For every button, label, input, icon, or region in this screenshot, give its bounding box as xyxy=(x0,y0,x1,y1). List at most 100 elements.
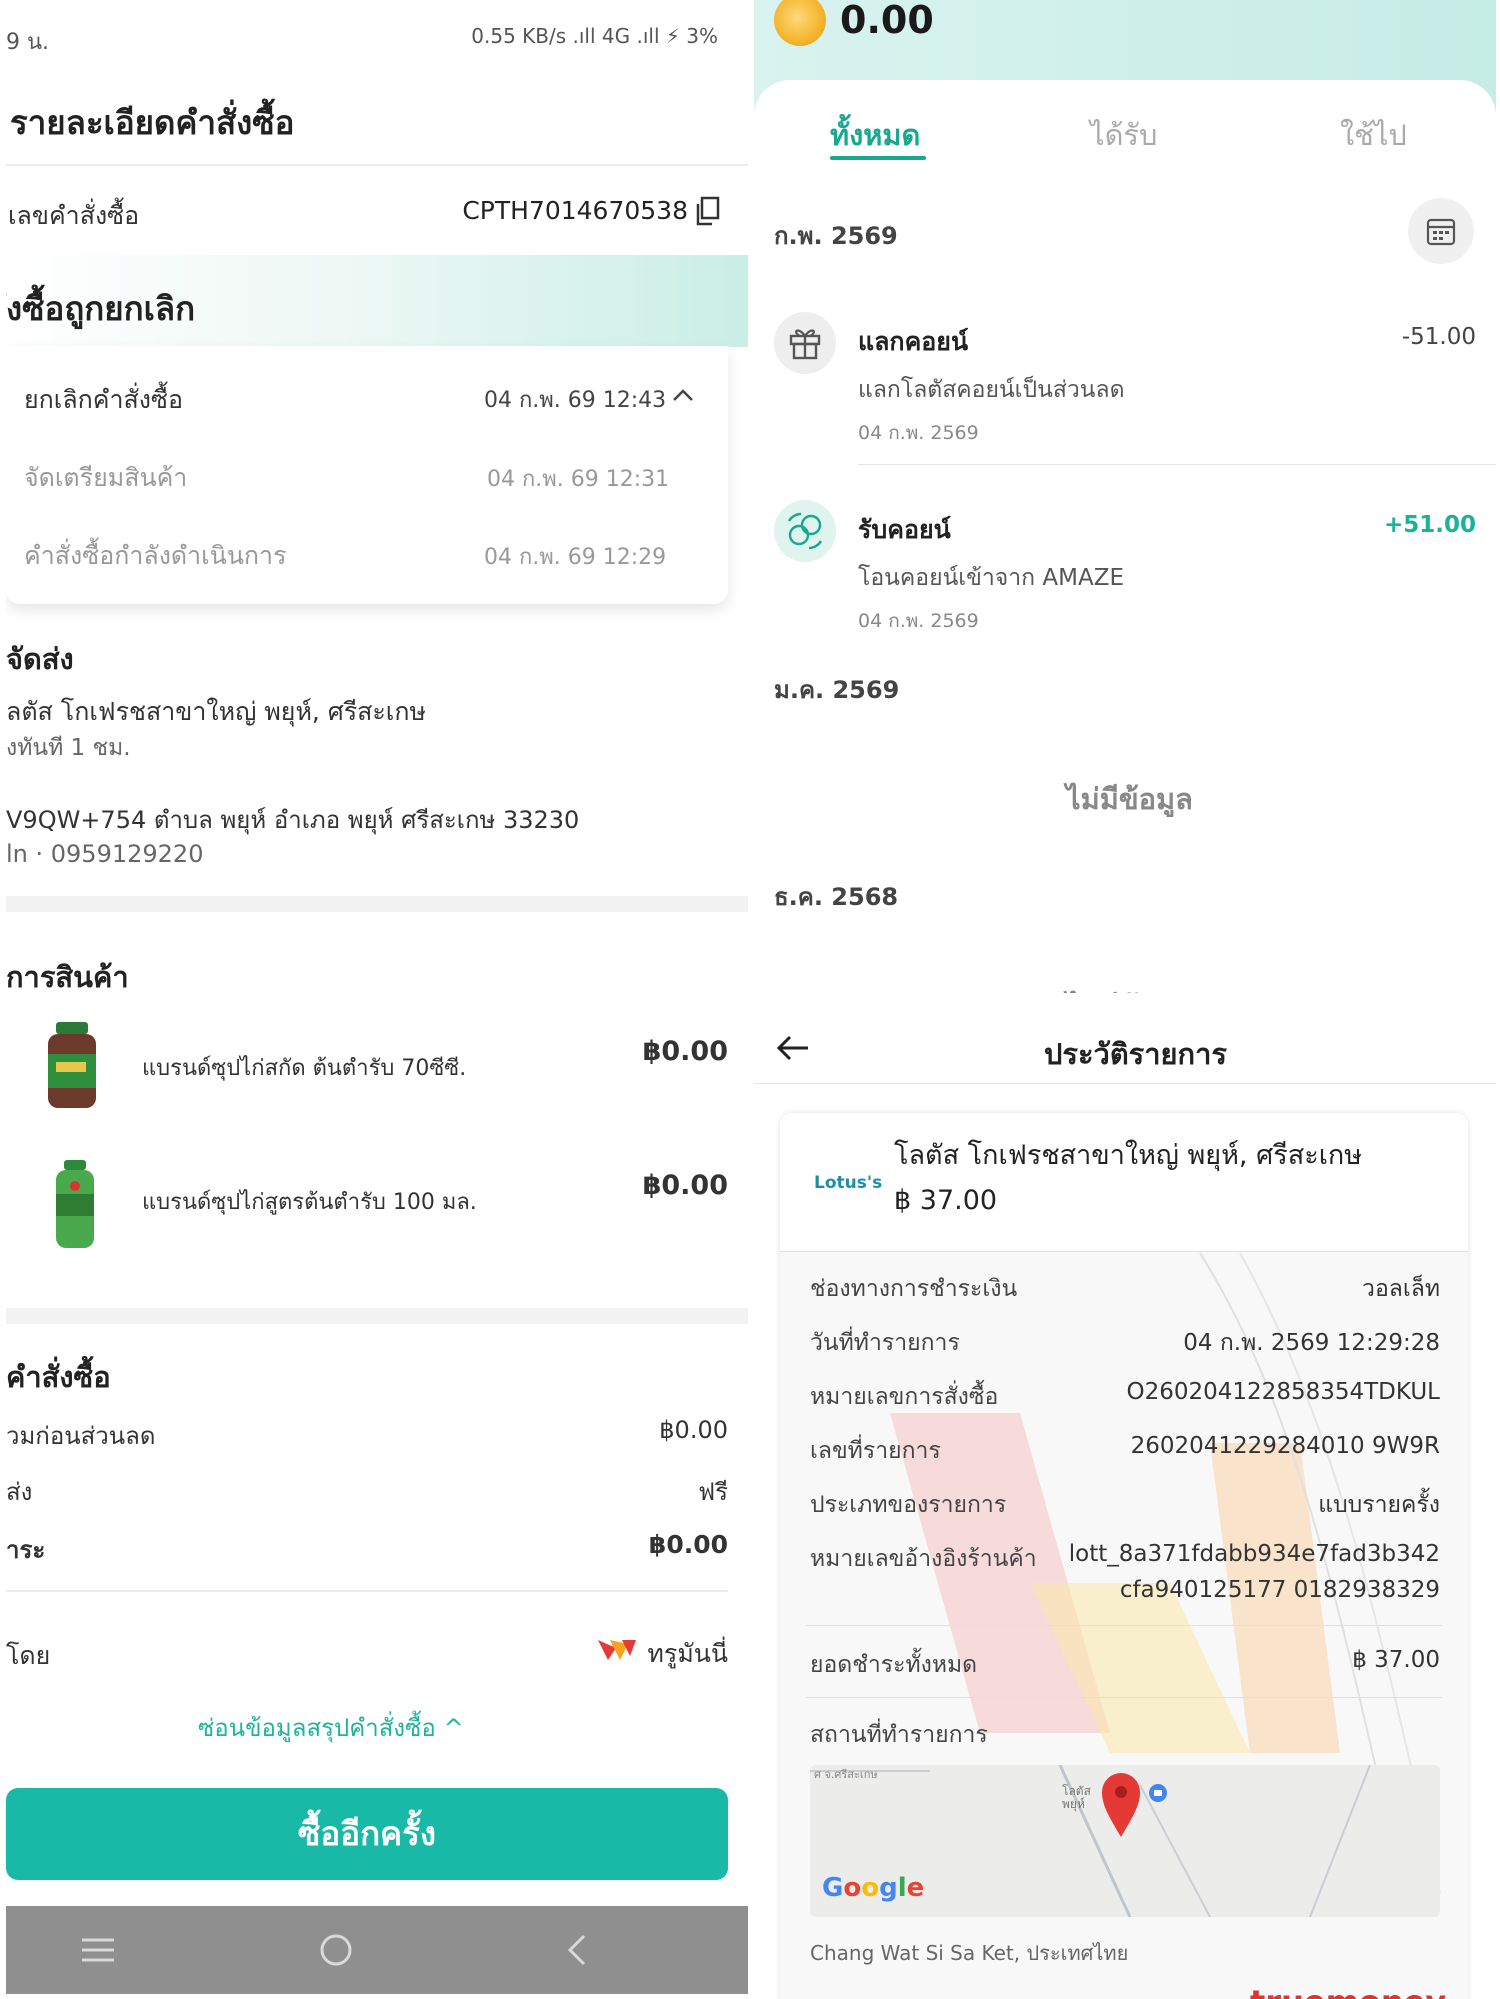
back-arrow-icon[interactable] xyxy=(776,1033,810,1063)
section-separator xyxy=(6,1308,748,1324)
transaction-date: 04 ก.พ. 2569 xyxy=(858,610,979,632)
hide-summary-link[interactable]: ซ่อนข้อมูลสรุปคำสั่งซื้อ ^ xyxy=(198,1708,464,1747)
detail-value: วอลเล็ท xyxy=(1362,1276,1440,1302)
calendar-button[interactable] xyxy=(1408,198,1474,264)
product-image xyxy=(56,1160,94,1248)
copy-icon[interactable] xyxy=(696,196,720,226)
order-number-value: CPTH7014670538 xyxy=(462,196,688,225)
map-store-label: โลตัส พยุห์ xyxy=(1062,1784,1091,1811)
detail-value: 2602041229284010 9W9R xyxy=(1130,1433,1440,1459)
detail-label: หมายเลขการสั่งซื้อ xyxy=(810,1384,999,1410)
product-name: แบรนด์ซุปไก่สูตรต้นตำรับ 100 มล. xyxy=(142,1190,477,1215)
truemoney-logo-icon xyxy=(598,1640,636,1660)
product-name: แบรนด์ซุปไก่สกัด ต้นตำรับ 70ซีซี. xyxy=(142,1056,467,1081)
timeline-item-label: จัดเตรียมสินค้า xyxy=(24,463,188,492)
total-value: ฿ 37.00 xyxy=(1352,1647,1440,1673)
transaction-icon-bg xyxy=(774,312,836,374)
android-nav-bar xyxy=(6,1906,748,1994)
tab-all[interactable]: ทั้งหมด xyxy=(830,112,920,158)
summary-value: ฿0.00 xyxy=(659,1416,728,1444)
gift-icon xyxy=(789,329,821,360)
page-title: ประวัติรายการ xyxy=(1044,1037,1227,1071)
lotus-logo: Lotus's xyxy=(814,1173,883,1193)
status-time: 9 น. xyxy=(6,30,50,55)
payment-label: โดย xyxy=(6,1641,51,1670)
transaction-title: แลกคอยน์ xyxy=(858,327,969,356)
transaction-amount: +51.00 xyxy=(1383,512,1476,538)
summary-heading: คำสั่งซื้อ xyxy=(6,1360,111,1394)
timeline-item-label: ยกเลิกคำสั่งซื้อ xyxy=(24,385,183,414)
divider xyxy=(754,1083,1496,1084)
active-tab-indicator xyxy=(830,156,926,160)
page-title: รายละเอียดคำสั่งซื้อ xyxy=(10,103,295,142)
summary-label: วมก่อนส่วนลด xyxy=(6,1422,156,1450)
receipt-amount: ฿ 37.00 xyxy=(894,1185,998,1216)
summary-label: ส่ง xyxy=(6,1478,33,1506)
detail-label: วันที่ทำรายการ xyxy=(810,1330,960,1356)
home-icon[interactable] xyxy=(318,1932,354,1968)
detail-value: O260204122858354TDKUL xyxy=(1126,1379,1440,1405)
calendar-icon xyxy=(1426,218,1456,246)
transaction-amount: -51.00 xyxy=(1401,324,1476,350)
divider xyxy=(6,1590,728,1592)
divider xyxy=(6,164,748,166)
total-label: ยอดชำระทั้งหมด xyxy=(810,1652,978,1678)
product-price: ฿0.00 xyxy=(642,1170,728,1201)
transaction-icon-bg xyxy=(774,500,836,562)
menu-icon[interactable] xyxy=(80,1936,116,1964)
coin-balance: 0.00 xyxy=(840,0,934,42)
timeline-item-time: 04 ก.พ. 69 12:31 xyxy=(487,467,670,492)
detail-label: เลขที่รายการ xyxy=(810,1438,941,1464)
tab-received[interactable]: ได้รับ xyxy=(1090,112,1157,158)
divider xyxy=(806,1697,1442,1698)
no-data-text: ไม่มีข้อมูล xyxy=(1066,984,1193,993)
map-place-name: Chang Wat Si Sa Ket, ประเทศไทย xyxy=(810,1941,1129,1965)
items-heading: การสินค้า xyxy=(6,960,129,994)
detail-value: แบบรายครั้ง xyxy=(1318,1492,1440,1518)
month-header: ธ.ค. 2568 xyxy=(774,883,899,911)
transaction-description: โอนคอยน์เข้าจาก AMAZE xyxy=(858,565,1125,591)
divider xyxy=(780,1251,1468,1252)
divider xyxy=(858,464,1496,465)
transaction-description: แลกโลตัสคอยน์เป็นส่วนลด xyxy=(858,377,1125,403)
summary-value: ฟรี xyxy=(698,1478,728,1506)
timeline-item-label: คำสั่งซื้อกำลังดำเนินการ xyxy=(24,541,287,570)
buy-again-button[interactable]: ซื้ออีกครั้ง xyxy=(6,1788,728,1880)
detail-label: ประเภทของรายการ xyxy=(810,1492,1007,1518)
payment-method: ทรูมันนี่ xyxy=(647,1639,728,1668)
section-separator xyxy=(6,896,748,912)
back-icon[interactable] xyxy=(564,1932,590,1968)
tab-used[interactable]: ใช้ไป xyxy=(1340,112,1407,158)
merchant-name: โลตัส โกเฟรชสาขาใหญ่ พยุห์, ศรีสะเกษ xyxy=(894,1140,1363,1171)
order-number-label: เลขคำสั่งซื้อ xyxy=(8,201,140,230)
divider xyxy=(806,1625,1442,1626)
timeline-item-time: 04 ก.พ. 69 12:43 xyxy=(484,388,667,413)
coin-history-screen: 0.00 ทั้งหมด ได้รับ ใช้ไป ก.พ. 2569 แลกค… xyxy=(754,0,1496,993)
delivery-phone: ln · 0959129220 xyxy=(6,840,204,868)
detail-label: ช่องทางการชำระเงิน xyxy=(810,1276,1018,1302)
month-header: ก.พ. 2569 xyxy=(774,222,898,250)
product-image xyxy=(48,1022,96,1108)
map-store-icon xyxy=(1149,1784,1167,1802)
map-road-label: ศ จ.ศรีสะเกษ xyxy=(814,1768,878,1781)
receipt-card: Lotus's โลตัส โกเฟรชสาขาใหญ่ พยุห์, ศรีส… xyxy=(780,1113,1468,1999)
location-map[interactable]: ศ จ.ศรีสะเกษ โลตัส พยุห์ Google xyxy=(810,1765,1440,1917)
detail-value: lott_8a371fdabb934e7fad3b342 xyxy=(1068,1541,1440,1567)
detail-label: หมายเลขอ้างอิงร้านค้า xyxy=(810,1546,1037,1572)
order-cancelled-title: ังซื้อถูกยกเลิก xyxy=(6,289,196,328)
detail-value: 04 ก.พ. 2569 12:29:28 xyxy=(1183,1330,1440,1356)
delivery-store: ลตัส โกเฟรชสาขาใหญ่ พยุห์, ศรีสะเกษ xyxy=(6,697,426,726)
transaction-date: 04 ก.พ. 2569 xyxy=(858,422,979,444)
chevron-up-icon[interactable] xyxy=(670,386,696,404)
delivery-address: V9QW+754 ตำบล พยุห์ อำเภอ พยุห์ ศรีสะเกษ… xyxy=(6,806,580,834)
detail-value: cfa940125177 0182938329 xyxy=(1119,1577,1440,1603)
delivery-heading: จัดส่ง xyxy=(6,642,74,676)
month-header: ม.ค. 2569 xyxy=(774,676,900,704)
status-indicators: 0.55 KB/s .ıll 4G .ıll ⚡ 3% xyxy=(471,24,718,48)
delivery-eta: งทันที 1 ชม. xyxy=(6,735,131,761)
truemoney-logo: truemoney xyxy=(1250,1983,1446,1999)
timeline-item-time: 04 ก.พ. 69 12:29 xyxy=(484,545,667,570)
transaction-history-screen: ประวัติรายการ Lotus's โลตัส โกเฟรชสาขาให… xyxy=(754,993,1496,1999)
summary-label: ำระ xyxy=(6,1536,46,1564)
coin-transfer-icon xyxy=(787,512,823,550)
